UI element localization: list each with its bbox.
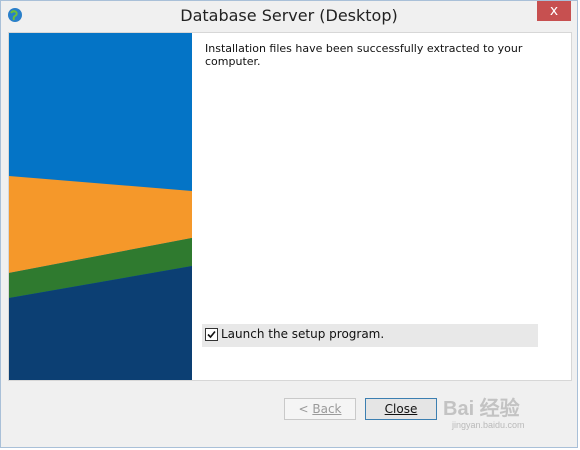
- content-area: Installation files have been successfull…: [8, 32, 572, 381]
- installer-window: Database Server (Desktop) x Installation…: [0, 0, 578, 448]
- check-icon: [207, 330, 216, 339]
- launch-setup-checkbox[interactable]: [205, 328, 218, 341]
- close-button[interactable]: Close: [365, 398, 437, 420]
- side-banner: [9, 33, 192, 380]
- title-bar[interactable]: Database Server (Desktop) x: [1, 1, 577, 31]
- window-title: Database Server (Desktop): [180, 6, 398, 25]
- back-prefix: <: [298, 402, 313, 416]
- watermark-logo: Bai 经验: [443, 398, 520, 420]
- launch-setup-row[interactable]: Launch the setup program.: [202, 324, 538, 347]
- close-label: Close: [384, 402, 418, 416]
- close-icon[interactable]: x: [537, 1, 571, 21]
- banner-graphic: [9, 33, 192, 380]
- status-message: Installation files have been successfull…: [205, 42, 523, 68]
- watermark-url: jingyan.baidu.com: [452, 420, 525, 430]
- back-label: Back: [312, 402, 342, 416]
- back-button[interactable]: < Back: [284, 398, 356, 420]
- launch-setup-label: Launch the setup program.: [221, 327, 385, 341]
